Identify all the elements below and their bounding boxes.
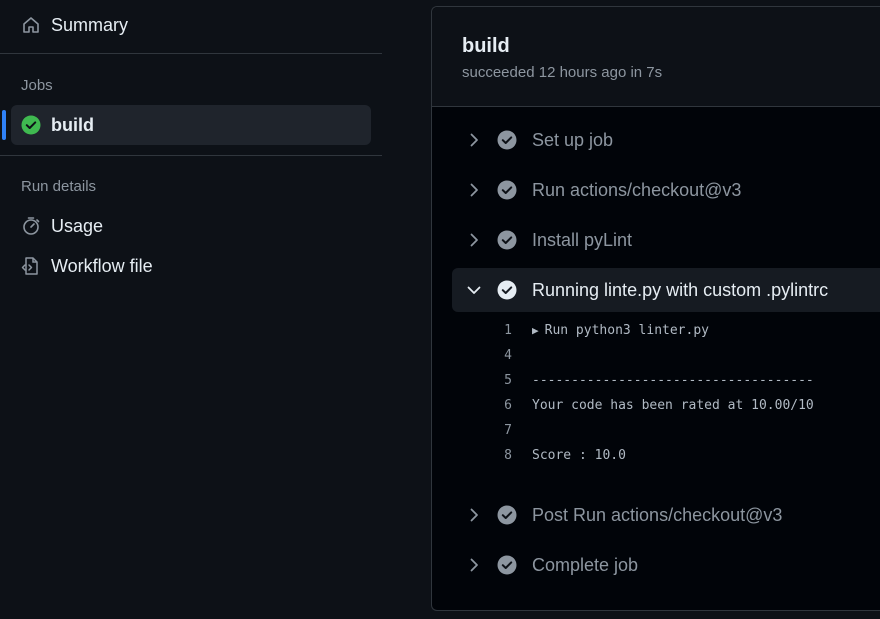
log-line: 6 Your code has been rated at 10.00/10 (432, 398, 880, 423)
section-title-jobs: Jobs (21, 77, 53, 94)
chevron-down-icon (467, 286, 481, 294)
check-circle-icon (497, 180, 517, 200)
sidebar-item-label: Workflow file (51, 256, 153, 276)
step-row[interactable]: Install pyLint (452, 218, 880, 262)
line-number: 5 (504, 373, 512, 388)
sidebar-item-label: build (51, 115, 94, 135)
line-number: 7 (504, 423, 512, 438)
log-line: 5 ------------------------------------ (432, 373, 880, 398)
file-code-icon (21, 257, 38, 275)
sidebar-item-workflow-file[interactable]: Workflow file (11, 246, 371, 286)
check-circle-icon (497, 505, 517, 525)
line-number: 6 (504, 398, 512, 413)
step-name: Set up job (532, 130, 614, 150)
log-line: 4 (432, 348, 880, 373)
check-circle-icon (497, 280, 517, 300)
log-text: ▶ Run python3 linter.py (532, 323, 709, 338)
step-name: Complete job (532, 555, 639, 575)
sidebar: Summary Jobs build Run details Usage Wor… (0, 0, 382, 619)
log-line: 8 Score : 10.0 (432, 448, 880, 473)
expand-triangle-icon[interactable]: ▶ (532, 324, 539, 337)
line-number: 4 (504, 348, 512, 363)
log-text: Score : 10.0 (532, 448, 626, 463)
sidebar-item-label: Usage (51, 216, 104, 236)
sidebar-item-summary[interactable]: Summary (11, 5, 371, 45)
sidebar-item-label: Summary (51, 15, 129, 35)
log-text: Your code has been rated at 10.00/10 (532, 398, 814, 413)
log-text: ------------------------------------ (532, 373, 814, 388)
check-circle-icon (497, 555, 517, 575)
chevron-right-icon (470, 508, 478, 522)
sidebar-item-build-job[interactable]: build (11, 105, 371, 145)
step-row[interactable]: Set up job (452, 118, 880, 162)
step-name: Install pyLint (532, 230, 633, 250)
sidebar-item-usage[interactable]: Usage (11, 206, 371, 246)
section-title-run-details: Run details (21, 178, 97, 195)
step-row-expanded[interactable]: Running linte.py with custom .pylintrc (452, 268, 880, 312)
chevron-right-icon (470, 233, 478, 247)
chevron-right-icon (470, 183, 478, 197)
line-number: 1 (504, 323, 512, 338)
stopwatch-icon (23, 217, 40, 235)
step-name: Run actions/checkout@v3 (532, 180, 742, 200)
job-status-text: succeeded 12 hours ago in 7s (462, 64, 663, 81)
check-circle-icon (497, 130, 517, 150)
step-row[interactable]: Complete job (452, 543, 880, 587)
line-number: 8 (504, 448, 512, 463)
step-name: Running linte.py with custom .pylintrc (532, 280, 829, 300)
check-circle-icon (497, 230, 517, 250)
home-icon (23, 17, 39, 33)
divider (0, 155, 382, 156)
log-line: 7 (432, 423, 880, 448)
divider (0, 53, 382, 54)
job-panel: build succeeded 12 hours ago in 7s Set u… (431, 6, 880, 611)
step-name: Post Run actions/checkout@v3 (532, 505, 783, 525)
job-header: build succeeded 12 hours ago in 7s (432, 7, 880, 107)
job-title: build (462, 35, 510, 57)
check-circle-icon (21, 115, 41, 135)
active-indicator (2, 110, 6, 140)
step-row[interactable]: Post Run actions/checkout@v3 (452, 493, 880, 537)
chevron-right-icon (470, 133, 478, 147)
log-group-title: Run python3 linter.py (544, 323, 709, 338)
chevron-right-icon (470, 558, 478, 572)
log-line[interactable]: 1 ▶ Run python3 linter.py (432, 323, 880, 348)
step-row[interactable]: Run actions/checkout@v3 (452, 168, 880, 212)
